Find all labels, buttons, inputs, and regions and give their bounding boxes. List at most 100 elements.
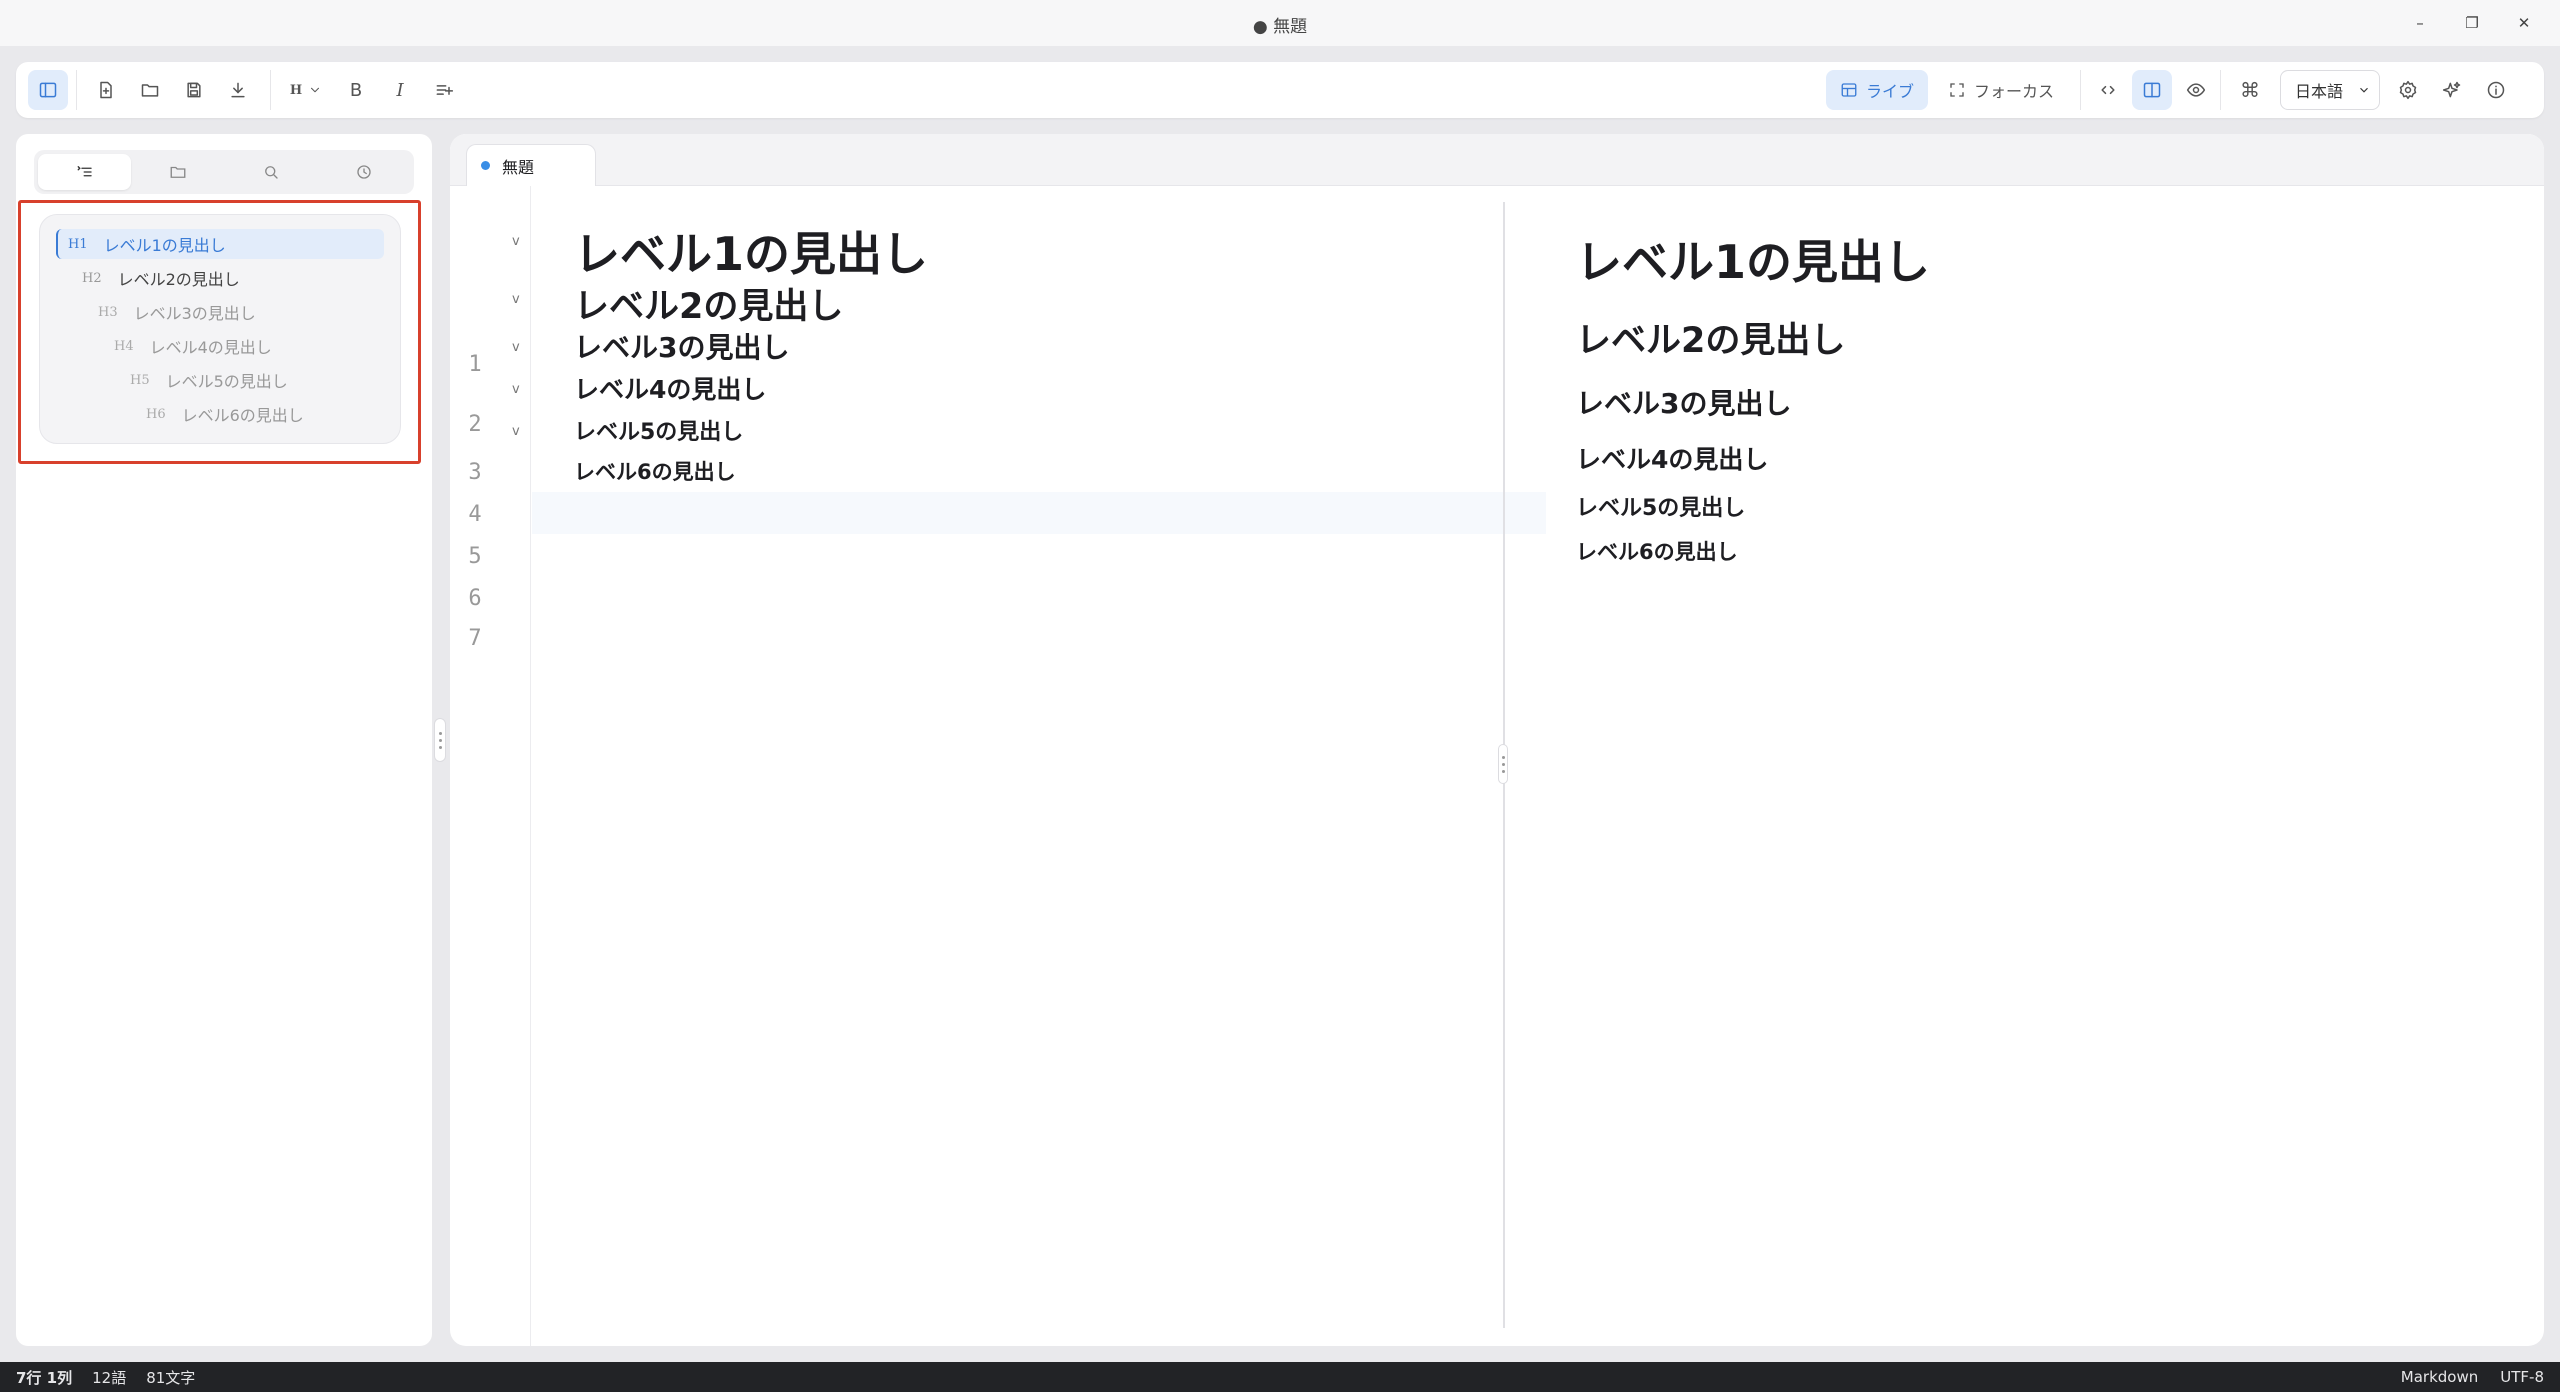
eye-icon <box>2186 83 2206 97</box>
close-button[interactable]: ✕ <box>2504 8 2544 38</box>
document-tab-label: 無題 <box>502 157 535 177</box>
toggle-sidebar-button[interactable] <box>28 70 68 110</box>
command-palette-button[interactable]: ⌘ <box>2230 70 2270 110</box>
word-count: 12語 <box>92 1368 127 1387</box>
tab-outline[interactable] <box>38 154 131 190</box>
new-file-icon <box>100 81 112 99</box>
focus-mode-label: フォーカス <box>1974 82 2055 101</box>
unsaved-dot-icon <box>481 161 490 170</box>
outline-text: レベル4の見出し <box>149 338 272 357</box>
gear-icon <box>2399 80 2417 100</box>
outline-item-h5[interactable]: H5 レベル5の見出し <box>130 365 288 395</box>
settings-button[interactable] <box>2388 70 2428 110</box>
minimize-button[interactable]: – <box>2400 8 2440 38</box>
preview-view-button[interactable] <box>2176 70 2216 110</box>
command-icon: ⌘ <box>2240 78 2260 102</box>
outline-item-h1[interactable]: H1 レベル1の見出し <box>56 229 384 259</box>
outline-item-h3[interactable]: H3 レベル3の見出し <box>98 297 256 327</box>
source-line[interactable]: レベル4の見出し <box>574 370 766 406</box>
chevron-down-icon <box>311 87 320 93</box>
fold-toggle[interactable]: v <box>512 382 520 397</box>
preview-h6: レベル6の見出し <box>1576 540 1738 564</box>
outline-text: レベル6の見出し <box>181 406 304 425</box>
preview-h5: レベル5の見出し <box>1576 496 1746 521</box>
bold-button[interactable]: B <box>336 70 376 110</box>
line-number: 5 <box>468 544 482 569</box>
heading-dropdown[interactable]: H <box>280 70 332 110</box>
fold-toggle[interactable]: v <box>512 424 520 439</box>
source-line[interactable]: レベル6の見出し <box>574 456 736 486</box>
maximize-button[interactable]: ❐ <box>2452 8 2492 38</box>
window-title: ● 無題 <box>1252 17 1308 37</box>
folder-icon <box>170 166 185 178</box>
outline-text: レベル2の見出し <box>117 270 240 289</box>
file-group <box>84 66 260 114</box>
line-number: 3 <box>468 460 482 485</box>
outline-icon <box>77 166 92 177</box>
fold-toggle[interactable]: v <box>512 340 520 355</box>
mode-group: ライブ フォーカス <box>1826 66 2068 114</box>
heading-label: H <box>289 82 303 98</box>
preview-h1: レベル1の見出し <box>1576 235 1931 289</box>
source-line[interactable]: レベル5の見出し <box>574 414 743 446</box>
outline-text: レベル3の見出し <box>133 304 256 323</box>
info-button[interactable] <box>2476 70 2516 110</box>
outline-text: レベル1の見出し <box>103 236 226 255</box>
outline-level: H3 <box>98 304 118 320</box>
line-number: 1 <box>468 352 482 377</box>
cursor-position: 7行 1列 <box>16 1368 73 1387</box>
language-select[interactable]: 日本語 <box>2280 70 2380 110</box>
language-mode[interactable]: Markdown <box>2401 1368 2478 1386</box>
sidebar-icon <box>39 82 57 98</box>
source-line[interactable]: レベル2の見出し <box>574 278 843 329</box>
fold-toggle[interactable]: v <box>512 292 520 307</box>
outline-level: H4 <box>114 338 134 354</box>
encoding[interactable]: UTF-8 <box>2500 1368 2544 1386</box>
focus-mode-button[interactable]: フォーカス <box>1934 70 2068 110</box>
live-mode-label: ライブ <box>1866 82 1915 101</box>
outline-level: H2 <box>82 270 102 286</box>
live-mode-button[interactable]: ライブ <box>1826 70 1929 110</box>
new-file-button[interactable] <box>86 70 126 110</box>
outline-level: H5 <box>130 372 150 388</box>
code-icon <box>2101 85 2115 95</box>
source-view-button[interactable] <box>2088 70 2128 110</box>
search-icon <box>264 166 278 179</box>
current-line-highlight <box>532 492 1546 534</box>
export-button[interactable] <box>218 70 258 110</box>
source-line[interactable]: レベル3の見出し <box>574 326 789 366</box>
char-count: 81文字 <box>146 1368 196 1387</box>
folder-icon <box>141 84 159 97</box>
outline-text: レベル5の見出し <box>165 372 288 391</box>
outline-item-h4[interactable]: H4 レベル4の見出し <box>114 331 272 361</box>
italic-button[interactable]: I <box>380 70 420 110</box>
bold-label: B <box>349 79 363 101</box>
save-button[interactable] <box>174 70 214 110</box>
preview-h3: レベル3の見出し <box>1576 387 1792 420</box>
pane-resize-handle[interactable] <box>1498 744 1508 784</box>
outline-item-h2[interactable]: H2 レベル2の見出し <box>82 263 240 293</box>
tab-files[interactable] <box>131 154 224 190</box>
split-view-button[interactable] <box>2132 70 2172 110</box>
download-icon <box>231 82 245 98</box>
fold-toggle[interactable]: v <box>512 234 520 249</box>
line-number: 6 <box>468 586 482 611</box>
status-bar: 7行 1列 12語 81文字 Markdown UTF-8 <box>0 1362 2560 1392</box>
sidebar-resize-handle[interactable] <box>434 718 446 762</box>
line-number: 7 <box>468 626 482 651</box>
layout-icon <box>1841 83 1857 97</box>
document-tab[interactable]: 無題 <box>466 144 596 186</box>
line-number-gutter: 1 2 3 4 5 6 7 <box>450 186 531 1346</box>
tab-search[interactable] <box>224 154 317 190</box>
ai-assist-button[interactable] <box>2432 70 2472 110</box>
chevron-down-icon <box>2360 87 2368 93</box>
outline-item-h6[interactable]: H6 レベル6の見出し <box>146 399 304 429</box>
line-number: 2 <box>468 412 482 437</box>
settings-group: ⌘ 日本語 <box>2228 66 2518 114</box>
source-line[interactable]: レベル1の見出し <box>574 218 928 284</box>
focus-icon <box>1950 83 1964 97</box>
outline-level: H1 <box>68 236 88 252</box>
insert-list-button[interactable] <box>424 70 464 110</box>
open-folder-button[interactable] <box>130 70 170 110</box>
tab-history[interactable] <box>317 154 410 190</box>
